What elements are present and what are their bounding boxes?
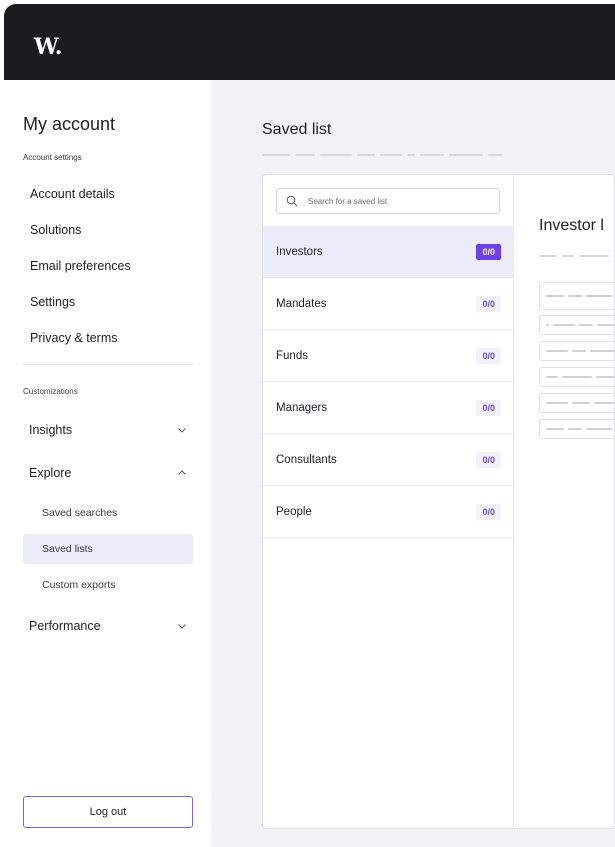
sidebar-group-performance[interactable]: Performance bbox=[23, 615, 193, 637]
list-item-consultants[interactable]: Consultants 0/0 bbox=[263, 434, 514, 486]
sidebar-group-explore[interactable]: Explore bbox=[23, 462, 193, 484]
detail-title-skeleton bbox=[539, 255, 609, 257]
list-item-label: Mandates bbox=[276, 297, 327, 310]
sidebar-subitem-saved-lists[interactable]: Saved lists bbox=[23, 534, 193, 564]
skeleton-row bbox=[539, 341, 614, 361]
saved-list-column: Investors 0/0 Mandates 0/0 Funds 0/0 Man… bbox=[263, 175, 514, 828]
count-badge: 0/0 bbox=[476, 451, 501, 468]
detail-title: Investor l bbox=[539, 217, 604, 234]
list-item-people[interactable]: People 0/0 bbox=[263, 486, 514, 538]
explore-label: Explore bbox=[29, 466, 72, 480]
skeleton-row bbox=[539, 419, 614, 439]
sidebar-item-privacy-terms[interactable]: Privacy & terms bbox=[30, 331, 118, 345]
count-badge: 0/0 bbox=[476, 295, 501, 312]
list-item-funds[interactable]: Funds 0/0 bbox=[263, 330, 514, 382]
skeleton-row bbox=[539, 315, 614, 335]
skeleton-row bbox=[539, 282, 614, 310]
list-item-label: People bbox=[276, 505, 312, 518]
sidebar-item-solutions[interactable]: Solutions bbox=[30, 223, 81, 237]
logout-button[interactable]: Log out bbox=[23, 796, 193, 828]
chevron-down-icon bbox=[178, 624, 186, 629]
sidebar-title: My account bbox=[23, 114, 116, 134]
account-settings-label: Account settings bbox=[23, 153, 82, 162]
count-badge: 0/0 bbox=[476, 503, 501, 520]
list-item-label: Managers bbox=[276, 401, 328, 414]
count-badge: 0/0 bbox=[476, 243, 501, 260]
sidebar-divider bbox=[23, 364, 193, 365]
sidebar-subitem-saved-searches[interactable]: Saved searches bbox=[23, 498, 193, 528]
sidebar: My account Account settings Account deta… bbox=[4, 80, 211, 847]
list-item-label: Investors bbox=[276, 245, 323, 258]
list-item-label: Consultants bbox=[276, 453, 337, 466]
skeleton-row bbox=[539, 367, 614, 387]
saved-list-panel: Investors 0/0 Mandates 0/0 Funds 0/0 Man… bbox=[262, 174, 615, 829]
chevron-up-icon bbox=[178, 470, 186, 475]
sidebar-group-insights[interactable]: Insights bbox=[23, 419, 193, 441]
skeleton-row bbox=[539, 393, 614, 413]
list-item-mandates[interactable]: Mandates 0/0 bbox=[263, 278, 514, 330]
performance-label: Performance bbox=[29, 619, 101, 633]
main-content: Saved list Investors 0/0 Mandates 0/0 Fu… bbox=[211, 80, 615, 847]
sidebar-subitem-custom-exports[interactable]: Custom exports bbox=[23, 570, 193, 600]
sidebar-item-account-details[interactable]: Account details bbox=[30, 187, 115, 201]
list-item-managers[interactable]: Managers 0/0 bbox=[263, 382, 514, 434]
list-item-investors[interactable]: Investors 0/0 bbox=[263, 226, 514, 278]
count-badge: 0/0 bbox=[476, 347, 501, 364]
list-item-label: Funds bbox=[276, 349, 308, 362]
top-bar: W. bbox=[4, 4, 615, 80]
sidebar-item-settings[interactable]: Settings bbox=[30, 295, 75, 309]
sidebar-item-email-preferences[interactable]: Email preferences bbox=[30, 259, 131, 273]
insights-label: Insights bbox=[29, 423, 73, 437]
customizations-label: Customizations bbox=[23, 387, 78, 396]
page-title: Saved list bbox=[262, 121, 332, 138]
search-box[interactable] bbox=[276, 188, 500, 214]
title-skeleton bbox=[262, 154, 502, 156]
search-input[interactable] bbox=[308, 196, 478, 206]
chevron-down-icon bbox=[178, 428, 186, 433]
search-icon bbox=[286, 195, 298, 207]
brand-logo[interactable]: W. bbox=[34, 34, 62, 60]
count-badge: 0/0 bbox=[476, 399, 501, 416]
